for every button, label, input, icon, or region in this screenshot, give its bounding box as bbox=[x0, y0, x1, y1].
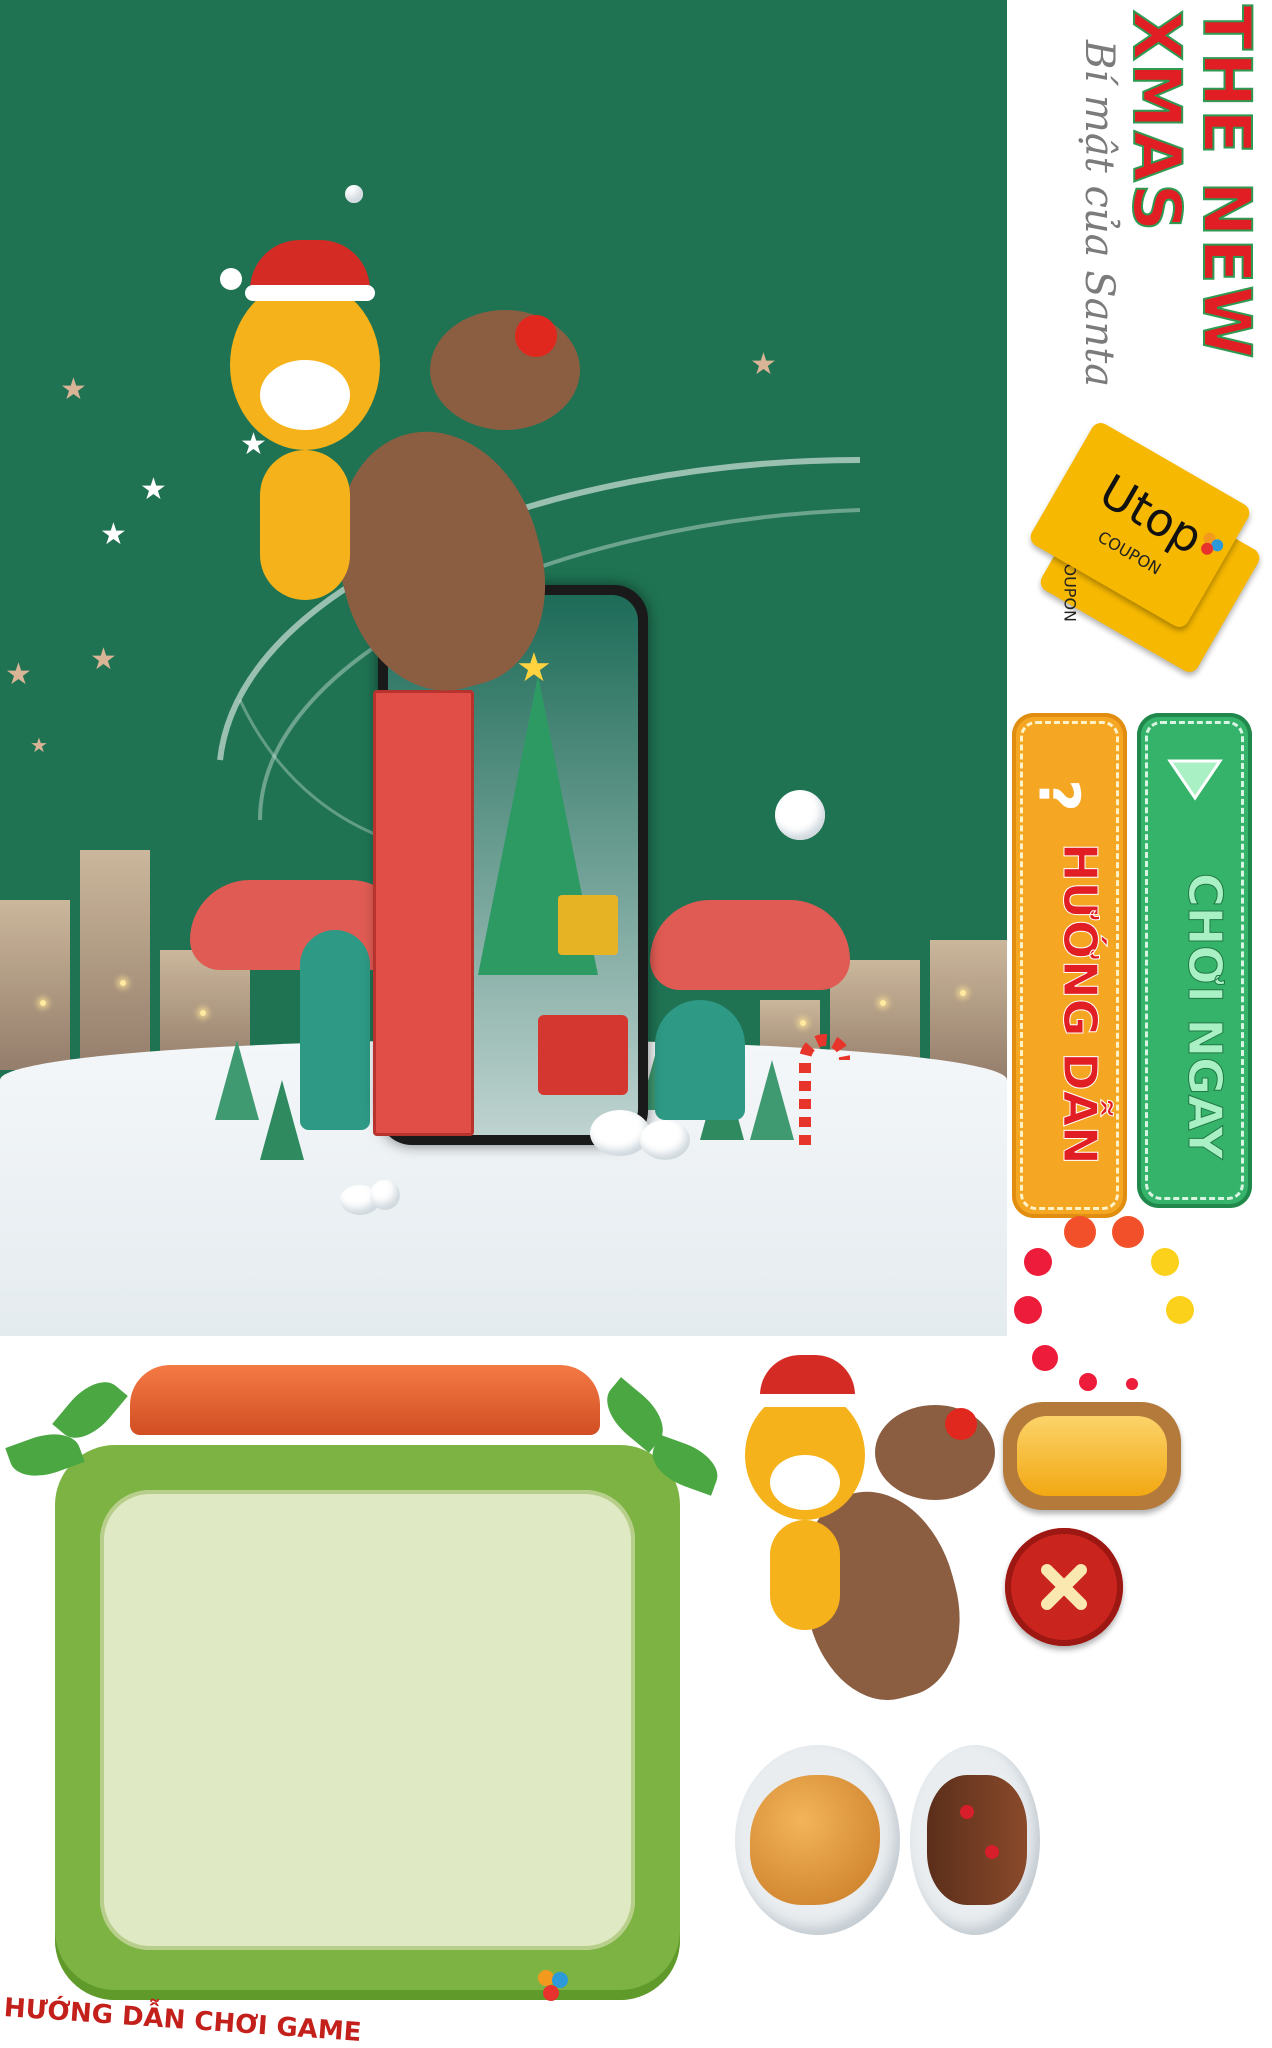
play-button-label: CHƠI NGAY bbox=[1178, 873, 1233, 1160]
city-light bbox=[200, 1010, 206, 1016]
utop-logo-icon bbox=[536, 1968, 572, 2004]
title-subtitle: Bí mật của Santa bbox=[1076, 40, 1122, 388]
building bbox=[80, 850, 150, 1070]
guide-panel: HƯỚNG DẪN CHƠI GAME bbox=[0, 1355, 735, 2048]
santa-hat-pompom bbox=[220, 268, 242, 290]
reindeer-head bbox=[430, 310, 580, 430]
star-icon: ★ bbox=[90, 642, 117, 677]
pine-tree bbox=[215, 1040, 259, 1120]
couch-right bbox=[650, 900, 850, 990]
armchair bbox=[538, 1015, 628, 1095]
chocolate-cake bbox=[905, 1745, 1045, 1945]
panel-ribbon bbox=[130, 1365, 600, 1435]
panel-content bbox=[100, 1490, 635, 1950]
star-icon: ★ bbox=[60, 372, 87, 407]
cat-body bbox=[770, 1520, 840, 1630]
cherry bbox=[960, 1805, 974, 1819]
city-light bbox=[880, 1000, 886, 1006]
cake bbox=[927, 1775, 1027, 1905]
star-icon: ★ bbox=[140, 472, 167, 507]
play-icon bbox=[1167, 759, 1223, 801]
panel-caption: HƯỚNG DẪN CHƠI GAME bbox=[2, 1993, 363, 2048]
guide-button-label: HƯỚNG DẪN bbox=[1053, 843, 1108, 1166]
close-button[interactable] bbox=[1005, 1528, 1123, 1646]
santa-hat-pompom bbox=[735, 1380, 753, 1398]
star-icon: ★ bbox=[100, 517, 127, 552]
loading-dots-icon bbox=[1014, 1216, 1194, 1391]
roast-chicken bbox=[735, 1745, 905, 1945]
confirm-button-face bbox=[1017, 1416, 1167, 1496]
city-light bbox=[120, 980, 126, 986]
city-light bbox=[40, 1000, 46, 1006]
cat-face bbox=[260, 360, 350, 430]
guide-button[interactable]: ? HƯỚNG DẪN bbox=[1012, 713, 1127, 1218]
snowball bbox=[775, 790, 825, 840]
reindeer-nose bbox=[515, 315, 557, 357]
reindeer-nose bbox=[945, 1408, 977, 1440]
pine-tree bbox=[260, 1080, 304, 1160]
candy-cane bbox=[799, 1034, 850, 1145]
play-button[interactable]: CHƠI NGAY bbox=[1137, 713, 1252, 1208]
round-bush bbox=[655, 1000, 745, 1120]
gift-box bbox=[558, 895, 618, 955]
door bbox=[373, 690, 474, 1136]
snowflake-ball bbox=[345, 185, 363, 203]
pine-tree bbox=[750, 1060, 794, 1140]
star-icon: ★ bbox=[750, 347, 777, 382]
santa-hat-brim bbox=[245, 285, 375, 301]
cat-on-reindeer-sprite bbox=[735, 1350, 1010, 1740]
snowball bbox=[370, 1180, 400, 1210]
panel-frame bbox=[55, 1445, 680, 2000]
title-logo: THE NEW XMAS Bí mật của Santa bbox=[1010, 0, 1270, 420]
star-icon: ★ bbox=[5, 657, 32, 692]
reindeer-head bbox=[875, 1405, 995, 1500]
title-line2: XMAS bbox=[1117, 9, 1196, 234]
title-line1: THE NEW bbox=[1187, 4, 1266, 361]
city-light bbox=[960, 990, 966, 996]
round-bush bbox=[300, 930, 370, 1130]
confirm-button[interactable] bbox=[1003, 1402, 1181, 1510]
star-icon: ★ bbox=[30, 733, 48, 757]
building bbox=[0, 900, 70, 1070]
snowball bbox=[640, 1120, 690, 1160]
chicken bbox=[750, 1775, 880, 1905]
cherry bbox=[985, 1845, 999, 1859]
game-scene: ★ ★ ★ ★ ★ ★ ★ ★ ★ bbox=[0, 0, 1007, 1336]
building bbox=[930, 940, 1007, 1080]
cat-on-reindeer bbox=[220, 230, 600, 730]
close-icon bbox=[1041, 1564, 1087, 1610]
cat-body bbox=[260, 450, 350, 600]
question-icon: ? bbox=[1025, 779, 1091, 812]
santa-hat-brim bbox=[755, 1394, 860, 1407]
cat-face bbox=[770, 1455, 840, 1510]
